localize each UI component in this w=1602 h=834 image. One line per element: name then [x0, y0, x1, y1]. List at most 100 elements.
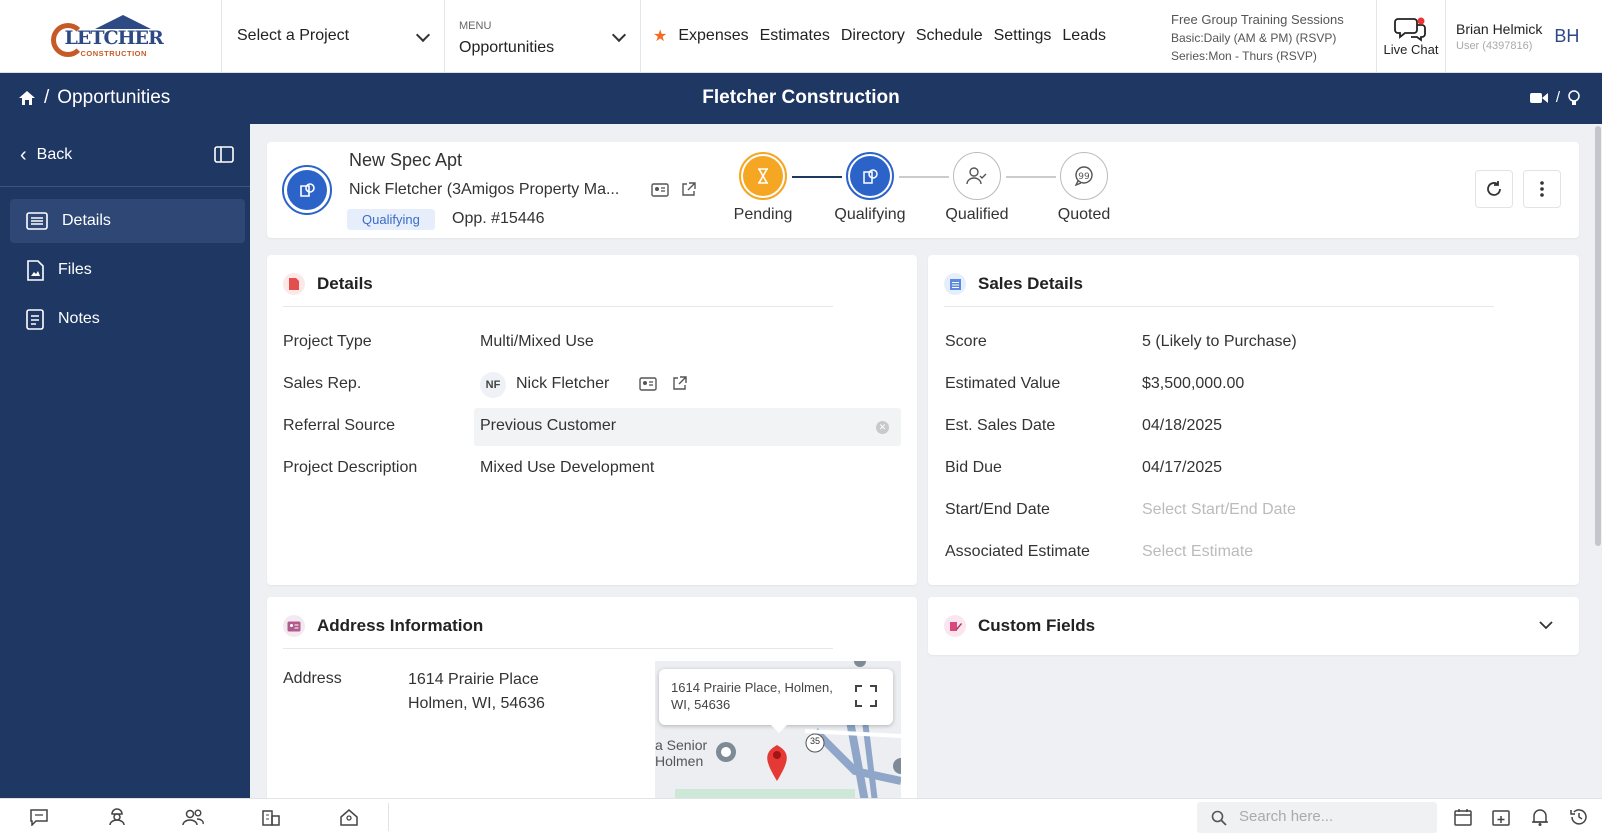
training-sessions[interactable]: Free Group Training Sessions Basic:Daily… — [1171, 0, 1376, 72]
chevron-down-icon[interactable] — [1539, 621, 1553, 630]
external-link-icon[interactable] — [681, 182, 696, 197]
field-label: Bid Due — [945, 459, 1002, 476]
more-options-button[interactable] — [1523, 170, 1561, 208]
chevron-down-icon — [415, 27, 431, 43]
chevron-left-icon: ‹ — [20, 143, 27, 166]
referral-source-field[interactable]: Previous Customer ✕ — [474, 408, 901, 446]
refresh-button[interactable] — [1475, 170, 1513, 208]
nav-settings[interactable]: Settings — [994, 27, 1052, 45]
score-field[interactable]: 5 (Likely to Purchase) — [1142, 333, 1297, 351]
contact-card-icon[interactable] — [639, 377, 657, 391]
history-icon[interactable] — [1568, 807, 1590, 827]
sales-rep-field[interactable]: Nick Fletcher — [516, 375, 609, 393]
top-nav: ★ Expenses Estimates Directory Schedule … — [641, 0, 1171, 72]
company-title: Fletcher Construction — [702, 87, 900, 108]
calendar-icon[interactable] — [1452, 807, 1474, 827]
opportunity-title: New Spec Apt — [349, 150, 463, 170]
field-label: Project Description — [283, 459, 418, 476]
contact-card-icon[interactable] — [651, 183, 669, 197]
home-icon[interactable] — [18, 90, 36, 106]
field-label: Address — [283, 670, 342, 687]
back-button[interactable]: ‹ Back — [0, 124, 250, 187]
opportunity-header: New Spec Apt Nick Fletcher (3Amigos Prop… — [267, 142, 1579, 238]
nav-directory[interactable]: Directory — [841, 27, 905, 45]
company-logo[interactable]: LETCHER CONSTRUCTION — [0, 0, 222, 73]
live-chat-button[interactable]: Live Chat — [1376, 0, 1446, 72]
fullscreen-icon[interactable] — [855, 685, 877, 707]
stage-label: Qualifying — [834, 206, 906, 223]
global-search[interactable] — [1197, 802, 1437, 833]
qualifying-icon — [863, 169, 878, 184]
live-chat-label: Live Chat — [1383, 41, 1439, 57]
associated-estimate-field[interactable]: Select Estimate — [1142, 543, 1253, 561]
file-image-icon — [27, 259, 44, 281]
route-shield: 35 — [809, 736, 820, 746]
star-icon[interactable]: ★ — [653, 26, 667, 46]
divider — [283, 648, 833, 649]
list-icon — [26, 212, 48, 230]
message-icon[interactable] — [28, 807, 50, 827]
address-card: Address Information Address 1614 Prairie… — [267, 597, 917, 802]
nav-schedule[interactable]: Schedule — [916, 27, 983, 45]
video-icon[interactable] — [1529, 92, 1548, 104]
opportunity-number: Opp. #15446 — [452, 210, 545, 227]
breadcrumb-separator: / — [44, 87, 50, 108]
address-map[interactable]: 35 a Senior Holmen 1614 Prairie Place, H… — [655, 661, 901, 802]
document-icon — [283, 273, 305, 295]
refresh-icon — [1487, 181, 1501, 196]
calendar-add-icon[interactable] — [1490, 807, 1512, 827]
back-label: Back — [36, 146, 73, 163]
table-icon — [944, 273, 966, 295]
user-menu[interactable]: Brian Helmick User (4397816) BH — [1446, 0, 1602, 72]
details-card: Details Project Type Multi/Mixed Use Sal… — [267, 255, 917, 585]
lightbulb-icon[interactable] — [1568, 89, 1580, 106]
hourglass-icon — [758, 168, 768, 184]
nav-leads[interactable]: Leads — [1062, 27, 1106, 45]
search-input[interactable] — [1239, 808, 1429, 825]
opportunity-contact[interactable]: Nick Fletcher (3Amigos Property Ma... — [349, 181, 619, 199]
project-type-field[interactable]: Multi/Mixed Use — [480, 333, 594, 351]
start-end-date-field[interactable]: Select Start/End Date — [1142, 501, 1296, 519]
address-line-1[interactable]: 1614 Prairie Place — [408, 671, 539, 689]
stage-qualifying[interactable]: Qualifying — [820, 152, 920, 224]
sidebar-item-files[interactable]: Files — [10, 248, 245, 292]
menu-select[interactable]: MENU Opportunities — [445, 0, 641, 72]
project-description-field[interactable]: Mixed Use Development — [480, 459, 654, 477]
stage-quoted[interactable]: 99 Quoted — [1034, 152, 1134, 224]
stage-pending[interactable]: Pending — [713, 152, 813, 224]
stage-qualified[interactable]: Qualified — [927, 152, 1027, 224]
training-basic: Basic:Daily (AM & PM) (RSVP) — [1171, 31, 1337, 45]
avatar[interactable]: BH — [1554, 26, 1579, 47]
nav-estimates[interactable]: Estimates — [760, 27, 830, 45]
stage-label: Pending — [733, 206, 793, 223]
svg-text:99: 99 — [1078, 172, 1090, 182]
section-header: Custom Fields — [944, 615, 1095, 637]
estimated-value-field[interactable]: $3,500,000.00 — [1142, 375, 1244, 393]
training-title: Free Group Training Sessions — [1171, 12, 1344, 27]
collapse-sidebar-icon[interactable] — [214, 146, 234, 163]
clear-icon[interactable]: ✕ — [876, 421, 889, 434]
breadcrumb-current: Opportunities — [57, 87, 171, 108]
page-scrollbar[interactable] — [1594, 124, 1602, 546]
bell-icon[interactable] — [1529, 807, 1551, 827]
opportunity-icon — [282, 165, 332, 215]
title-bar-icons: / — [1529, 89, 1580, 106]
team-icon[interactable] — [182, 807, 204, 827]
address-line-2[interactable]: Holmen, WI, 54636 — [408, 695, 545, 713]
home-user-icon[interactable] — [338, 807, 360, 827]
bid-due-field[interactable]: 04/17/2025 — [1142, 459, 1222, 477]
top-bar: LETCHER CONSTRUCTION Select a Project ME… — [0, 0, 1602, 73]
vertical-dots-icon — [1540, 181, 1544, 197]
est-sales-date-field[interactable]: 04/18/2025 — [1142, 417, 1222, 435]
field-label: Associated Estimate — [945, 543, 1090, 560]
buildings-icon[interactable] — [260, 807, 282, 827]
user-id: User (4397816) — [1456, 39, 1533, 52]
project-select[interactable]: Select a Project — [222, 0, 445, 72]
scrollbar-thumb[interactable] — [1595, 126, 1601, 546]
custom-fields-card[interactable]: Custom Fields — [928, 597, 1579, 655]
worker-icon[interactable] — [106, 807, 128, 827]
sidebar-item-details[interactable]: Details — [10, 199, 245, 243]
external-link-icon[interactable] — [672, 376, 687, 391]
sidebar-item-notes[interactable]: Notes — [10, 297, 245, 341]
nav-expenses[interactable]: Expenses — [678, 27, 748, 45]
